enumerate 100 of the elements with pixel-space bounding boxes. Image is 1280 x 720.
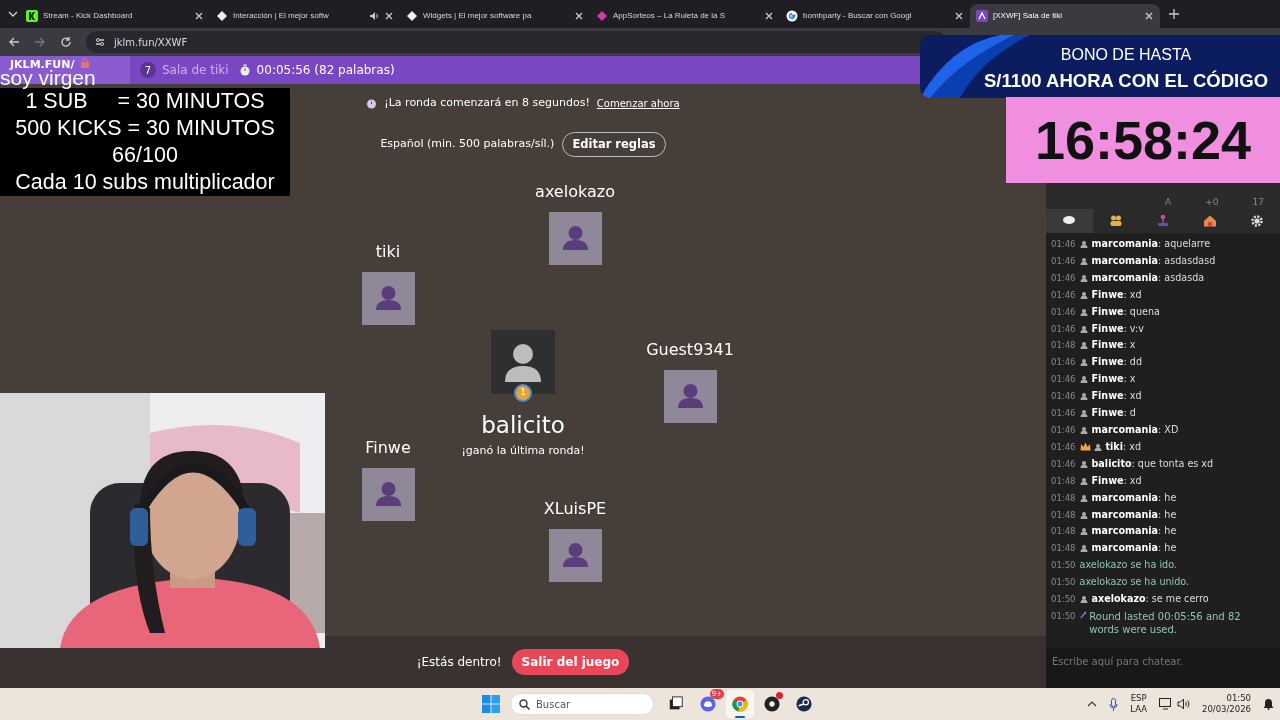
message-time: 01:46: [1051, 289, 1076, 300]
chrome-icon: [732, 695, 748, 713]
record-icon: [764, 695, 780, 713]
message-time: 01:46: [1051, 239, 1076, 249]
elapsed-time: 00:05:56 (82 palabras): [256, 62, 395, 79]
message-time: 01:50: [1051, 577, 1076, 588]
user-icon: [1079, 595, 1088, 604]
address-text[interactable]: jklm.fun/XXWF: [114, 34, 188, 50]
message-time: 01:48: [1051, 492, 1076, 503]
ad-headline: BONO DE HASTA: [1059, 45, 1193, 65]
chat-message: Finwe: xd: [1091, 474, 1142, 486]
browser-tab[interactable]: Interacción | El mejor softw: [210, 4, 400, 28]
close-icon[interactable]: [1144, 11, 1154, 21]
user-icon: [1079, 425, 1088, 434]
avatar-icon: [548, 212, 602, 265]
monitor-icon[interactable]: [1159, 698, 1173, 710]
user-icon: [1079, 544, 1088, 553]
event-message: Round lasted 00:05:56 and 82 words were used.: [1089, 609, 1242, 636]
player-name: Guest9341: [646, 339, 734, 361]
square-logo-icon: [976, 10, 988, 22]
player-name: XLuisPE: [543, 498, 607, 520]
room-name: Sala de tiki: [162, 62, 229, 79]
panel-tab[interactable]: [1046, 209, 1093, 233]
ad-headline: S/1100 AHORA CON EL CÓDIGO: [982, 69, 1270, 93]
globe-icon: [786, 10, 798, 22]
search-field[interactable]: Buscar: [510, 693, 654, 715]
microphone-icon[interactable]: [1109, 697, 1119, 711]
reload-icon[interactable]: [60, 36, 72, 48]
message-time: 01:46: [1051, 408, 1076, 419]
avatar-icon: [548, 529, 602, 582]
medal-badge: 1: [514, 384, 532, 402]
browser-tab[interactable]: [XXWF] Sala de tiki: [970, 4, 1160, 28]
browser-tab[interactable]: Stream - Kick Dashboard: [20, 4, 210, 28]
player-name: axelokazo: [535, 181, 615, 203]
chevron-up-icon[interactable]: [1087, 701, 1098, 707]
user-icon: [1079, 459, 1088, 468]
user-icon: [1079, 290, 1088, 299]
player-count: 7: [140, 62, 156, 78]
chat-input[interactable]: Escribe aquí para chatear.: [1046, 648, 1280, 688]
chat-message: balicito: que tonta es xd: [1091, 457, 1214, 469]
avatar-icon: [663, 370, 717, 423]
chat-message: marcomania: he: [1091, 525, 1177, 537]
message-time: 01:46: [1051, 306, 1076, 317]
stats-cell: +0: [1205, 195, 1219, 209]
chat-message: marcomania: asdasdasd: [1091, 254, 1216, 266]
browser-tab[interactable]: Widgets | El mejor software pa: [400, 4, 590, 28]
overlay-text: 66/100: [0, 142, 290, 169]
settings-icon: [1249, 214, 1264, 228]
message-time: 01:48: [1051, 509, 1076, 520]
timer-icon: [366, 97, 378, 109]
countdown-timer: 16:58:24: [1006, 97, 1280, 183]
stopwatch-icon: [238, 64, 251, 76]
language-rules: Español (min. 500 palabras/síl.): [380, 135, 555, 152]
leave-game-button[interactable]: Salir del juego: [511, 649, 630, 675]
user-icon: [1079, 510, 1088, 519]
forward-icon[interactable]: [34, 36, 46, 48]
close-icon[interactable]: [194, 11, 204, 21]
chat-message: Finwe: x: [1091, 339, 1136, 351]
diamond-icon: [406, 10, 418, 22]
winner-note: ¡ganó la última ronda!: [461, 442, 585, 459]
close-icon[interactable]: [954, 11, 964, 21]
player-name: Finwe: [365, 437, 411, 459]
start-now-link[interactable]: Comenzar ahora: [596, 95, 680, 111]
clock[interactable]: 01:50 20/03/2026: [1202, 693, 1251, 715]
user-icon: [1079, 476, 1088, 485]
volume-icon[interactable]: [1177, 698, 1190, 710]
round-notice: ¡La ronda comenzará en 8 segundos!: [384, 95, 590, 111]
notification-bell-icon[interactable]: [1263, 698, 1274, 710]
message-time: 01:46: [1051, 272, 1076, 283]
close-icon[interactable]: [574, 11, 584, 21]
search-icon: [519, 698, 530, 710]
player-name: tiki: [375, 241, 401, 263]
new-tab-icon[interactable]: [1168, 8, 1180, 20]
chat-message: marcomania: asdasda: [1091, 271, 1205, 283]
browser-tab[interactable]: AppSorteos – La Ruleta de la S: [590, 4, 780, 28]
chat-message: tiki: xd: [1105, 440, 1142, 452]
close-icon[interactable]: [384, 11, 394, 21]
language-indicator[interactable]: ESP LAA: [1130, 693, 1147, 715]
avatar-icon: [361, 272, 415, 325]
diamond-icon: [216, 10, 228, 22]
chat-message: Finwe: v:v: [1091, 322, 1144, 334]
back-icon[interactable]: [8, 36, 20, 48]
user-icon: [1079, 341, 1088, 350]
browser-tab[interactable]: bombparty - Buscar con Googl: [780, 4, 970, 28]
system-message: axelokazo se ha ido.: [1079, 559, 1177, 571]
message-time: 01:48: [1051, 475, 1076, 486]
joystick-icon: [1156, 214, 1170, 228]
chat-message: marcomania: XD: [1091, 423, 1179, 435]
close-icon[interactable]: [764, 11, 774, 21]
chat-message: Finwe: xd: [1091, 288, 1142, 300]
message-time: 01:46: [1051, 323, 1076, 334]
user-icon: [1079, 493, 1088, 502]
people-icon: [1109, 214, 1124, 228]
message-time: 01:46: [1051, 391, 1076, 402]
user-icon: [1079, 307, 1088, 316]
start-icon[interactable]: [482, 695, 500, 713]
house-icon: [1202, 214, 1217, 228]
site-info-icon[interactable]: [94, 36, 106, 48]
overlay-text: Cada 10 subs multiplicador: [0, 169, 290, 196]
avatar-icon: [491, 330, 555, 394]
